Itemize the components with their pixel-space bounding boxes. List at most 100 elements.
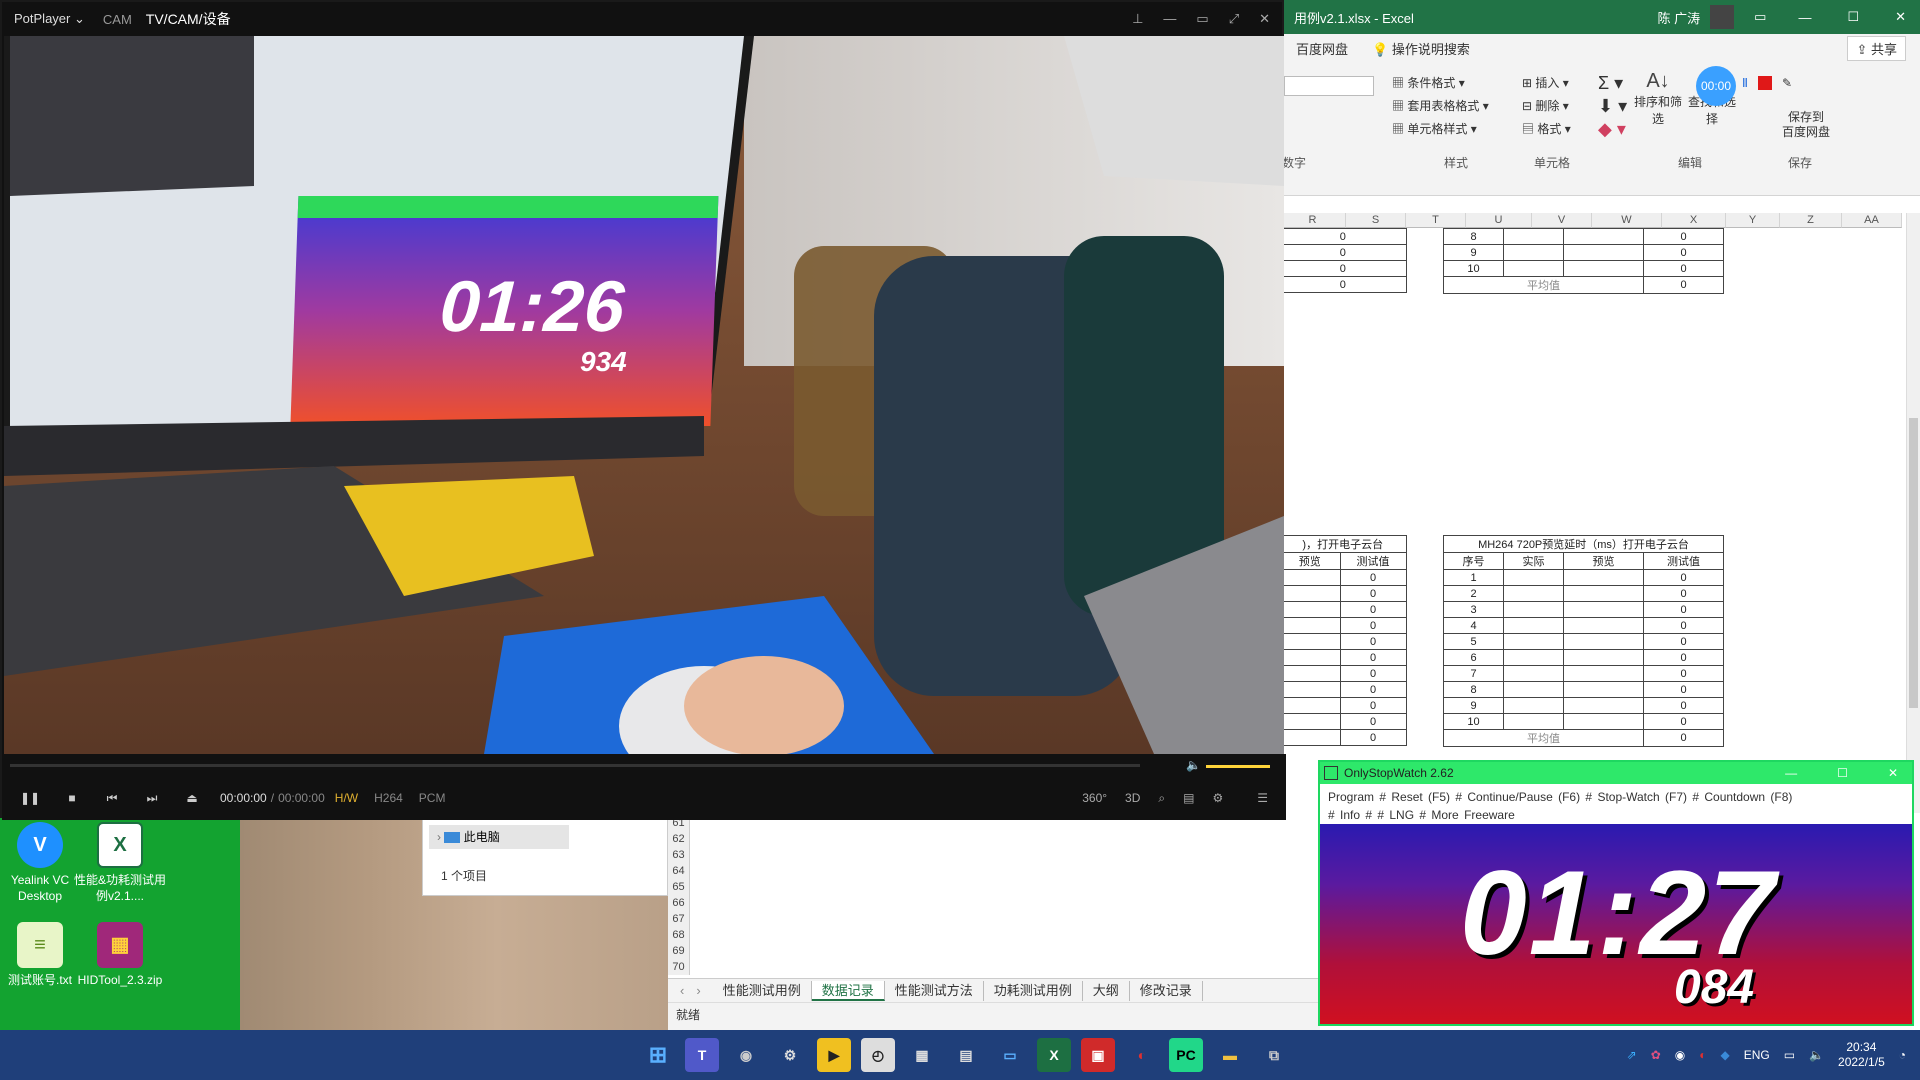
- vr-360-button[interactable]: 360°: [1082, 791, 1107, 805]
- column-header[interactable]: AA: [1842, 213, 1902, 228]
- cell[interactable]: [1503, 244, 1564, 261]
- video-codec-badge[interactable]: H264: [374, 791, 403, 805]
- cell[interactable]: [1563, 585, 1644, 602]
- window-icon[interactable]: ▭: [993, 1038, 1027, 1072]
- tell-me-search[interactable]: 💡 操作说明搜索: [1372, 39, 1470, 58]
- playlist-icon[interactable]: ▤: [1183, 791, 1194, 805]
- column-header[interactable]: X: [1662, 213, 1726, 228]
- cell[interactable]: [1280, 681, 1341, 698]
- cell[interactable]: 8: [1443, 228, 1504, 245]
- table-title-cell[interactable]: MH264 720P预览延时（ms）打开电子云台: [1443, 535, 1724, 553]
- cell[interactable]: [1563, 601, 1644, 618]
- cell[interactable]: [1563, 633, 1644, 650]
- cell[interactable]: 9: [1443, 244, 1504, 261]
- cell[interactable]: 0: [1339, 697, 1407, 714]
- sheet-nav-next-icon[interactable]: ›: [696, 983, 712, 998]
- sort-filter-button[interactable]: A↓ 排序和筛选: [1632, 70, 1684, 127]
- cell[interactable]: 0: [1339, 713, 1407, 730]
- cell[interactable]: [1503, 633, 1564, 650]
- camera-icon[interactable]: ◉: [729, 1038, 763, 1072]
- cell[interactable]: [1563, 228, 1644, 245]
- audio-codec-badge[interactable]: PCM: [419, 791, 446, 805]
- menu-icon[interactable]: ☰: [1257, 791, 1268, 805]
- clear-icon[interactable]: ◆ ▾: [1598, 118, 1627, 141]
- worksheet-grid[interactable]: R S T U V W X Y Z AA 0000 8 0 9 0 10 0 平均值 0 )，打开电子云台 预览测…: [1280, 213, 1906, 825]
- cell[interactable]: 7: [1443, 665, 1504, 682]
- tray-app-icon-5[interactable]: ◆: [1720, 1048, 1729, 1062]
- cell[interactable]: 0: [1339, 681, 1407, 698]
- cell[interactable]: [1280, 569, 1341, 586]
- cell[interactable]: [1563, 617, 1644, 634]
- scroll-thumb[interactable]: [1909, 418, 1918, 708]
- cell[interactable]: [1563, 260, 1644, 277]
- cell[interactable]: 4: [1443, 617, 1504, 634]
- tray-app-icon-4[interactable]: ◐: [1699, 1048, 1706, 1062]
- pin-icon[interactable]: ⊥: [1132, 11, 1143, 27]
- excel-icon[interactable]: X: [1037, 1038, 1071, 1072]
- cell[interactable]: 0: [1643, 585, 1724, 602]
- sheet-tab[interactable]: 功耗测试用例: [984, 980, 1083, 1001]
- screenshot-icon[interactable]: ▤: [949, 1038, 983, 1072]
- desktop-icon-excel-file[interactable]: X 性能&功耗测试用例v2.1....: [72, 822, 168, 904]
- settings-gear-icon[interactable]: ⚙: [1212, 791, 1223, 805]
- tab-cam[interactable]: CAM: [103, 12, 132, 27]
- cell[interactable]: [1563, 713, 1644, 730]
- cell[interactable]: [1503, 713, 1564, 730]
- cell[interactable]: [1503, 260, 1564, 277]
- close-icon[interactable]: ✕: [1888, 766, 1898, 780]
- cell[interactable]: 0: [1643, 681, 1724, 698]
- cell[interactable]: 0: [1643, 260, 1724, 277]
- tray-app-icon-3[interactable]: ◉: [1675, 1048, 1685, 1062]
- recording-timer[interactable]: 00:00: [1696, 66, 1736, 106]
- cell[interactable]: [1280, 697, 1341, 714]
- vertical-scrollbar[interactable]: [1906, 213, 1920, 813]
- pycharm-icon[interactable]: PC: [1169, 1038, 1203, 1072]
- volume-icon[interactable]: 🔈: [1186, 758, 1201, 772]
- cell[interactable]: 0: [1643, 617, 1724, 634]
- clock[interactable]: 20:34 2022/1/5: [1838, 1040, 1885, 1070]
- tray-app-icon-1[interactable]: ⇗: [1627, 1048, 1637, 1062]
- tray-app-icon-2[interactable]: ✿: [1651, 1048, 1661, 1062]
- cell[interactable]: [1563, 697, 1644, 714]
- cell[interactable]: 0: [1643, 697, 1724, 714]
- maximize-icon[interactable]: ☐: [1837, 766, 1848, 780]
- header-cell[interactable]: )，打开电子云台: [1280, 535, 1407, 553]
- restore-icon[interactable]: ▭: [1196, 11, 1208, 27]
- cell[interactable]: 0: [1643, 569, 1724, 586]
- cell[interactable]: [1280, 729, 1341, 746]
- video-area[interactable]: 01:26 934: [4, 36, 1284, 754]
- row-header[interactable]: 69: [668, 943, 689, 959]
- cell[interactable]: 0: [1643, 729, 1724, 747]
- cell[interactable]: [1503, 585, 1564, 602]
- cell[interactable]: 6: [1443, 649, 1504, 666]
- cell[interactable]: 0: [1339, 665, 1407, 682]
- sheet-nav-prev-icon[interactable]: ‹: [668, 983, 696, 998]
- cell[interactable]: 0: [1280, 260, 1407, 277]
- cell[interactable]: [1563, 681, 1644, 698]
- column-header[interactable]: R: [1280, 213, 1346, 228]
- minimize-icon[interactable]: —: [1785, 766, 1797, 780]
- file-explorer-icon[interactable]: ▬: [1213, 1038, 1247, 1072]
- cell[interactable]: 3: [1443, 601, 1504, 618]
- cell[interactable]: [1503, 617, 1564, 634]
- conditional-format-button[interactable]: ▦ 条件格式 ▾: [1392, 72, 1489, 95]
- fullscreen-icon[interactable]: ⤢: [1229, 11, 1239, 27]
- eject-icon[interactable]: ⏏: [180, 791, 204, 805]
- row-header[interactable]: 66: [668, 895, 689, 911]
- sheet-tab[interactable]: 性能测试用例: [713, 980, 812, 1001]
- row-header[interactable]: 70: [668, 959, 689, 975]
- app-menu-button[interactable]: PotPlayer ⌄: [14, 11, 85, 27]
- header-cell[interactable]: 预览: [1563, 552, 1644, 570]
- cell[interactable]: [1280, 649, 1341, 666]
- column-header[interactable]: Z: [1780, 213, 1842, 228]
- maximize-icon[interactable]: ☐: [1847, 9, 1859, 25]
- network-app-icon[interactable]: ⧉: [1257, 1038, 1291, 1072]
- delete-button[interactable]: ⊟ 删除 ▾: [1522, 95, 1571, 118]
- cell[interactable]: 0: [1643, 601, 1724, 618]
- cell[interactable]: 0: [1339, 729, 1407, 746]
- cell[interactable]: 0: [1339, 585, 1407, 602]
- network-icon[interactable]: ▭: [1784, 1048, 1795, 1062]
- cell[interactable]: 10: [1443, 713, 1504, 730]
- sheet-tab[interactable]: 数据记录: [811, 980, 885, 1001]
- cell[interactable]: 0: [1280, 276, 1407, 293]
